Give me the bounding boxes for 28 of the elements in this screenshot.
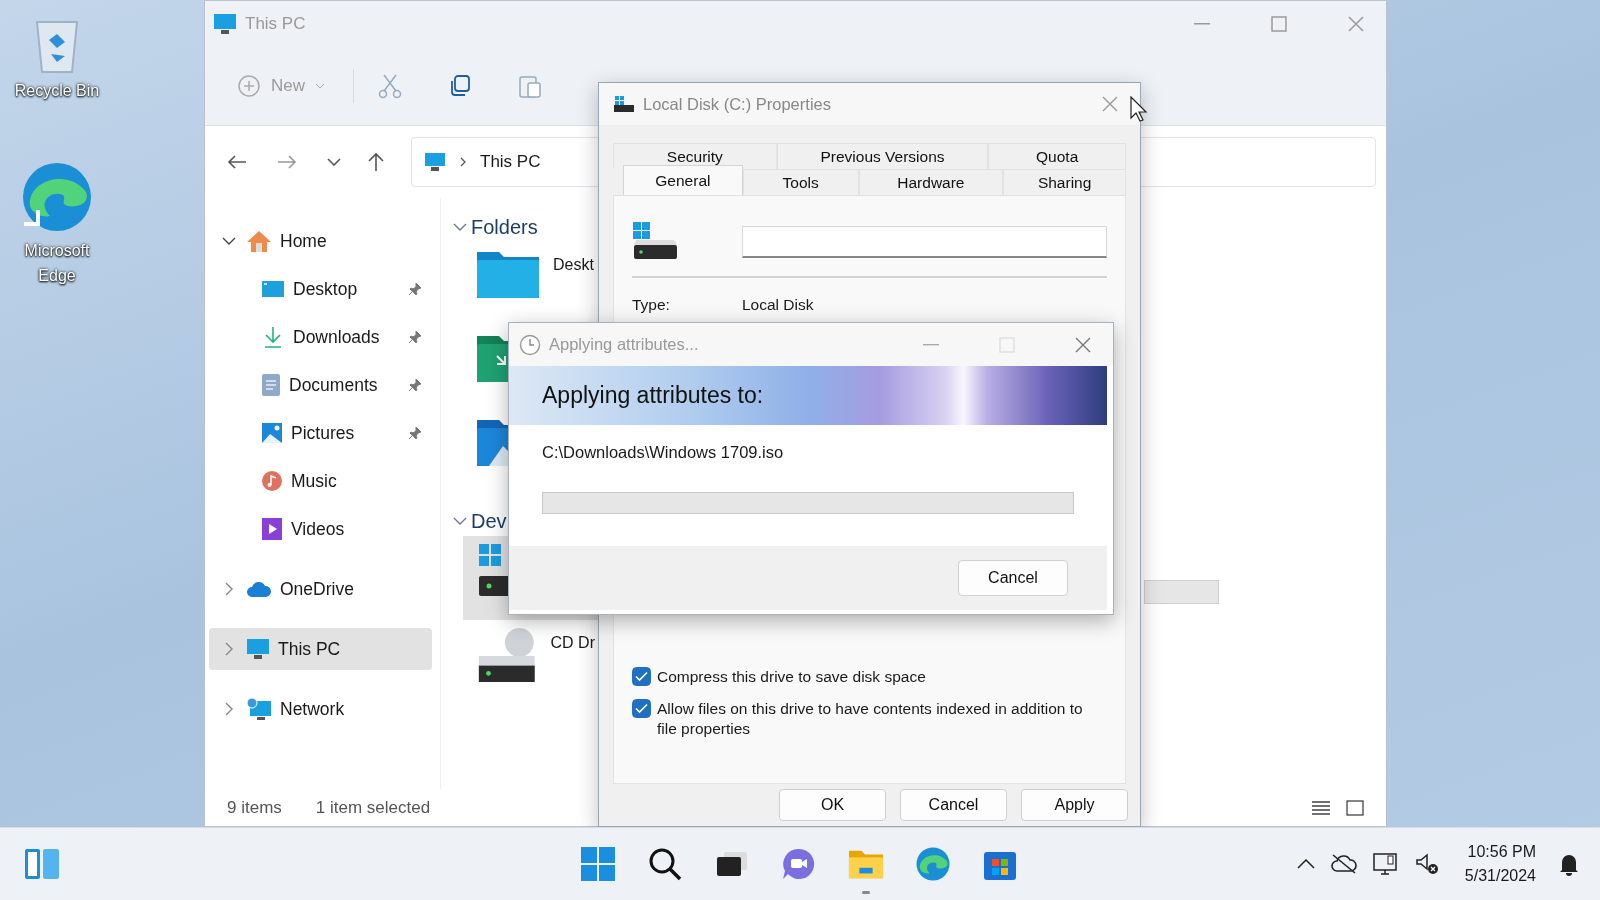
section-heading: Folders <box>471 215 538 239</box>
tile-label: Deskt <box>553 255 594 274</box>
status-text: 9 items <box>227 797 282 818</box>
dialog-title: Applying attributes... <box>549 335 699 354</box>
clock-time: 10:56 PM <box>1467 842 1536 862</box>
nav-item-label: Home <box>280 230 327 252</box>
nav-item-label: Desktop <box>293 278 358 300</box>
checkbox-label: Compress this drive to save disk space <box>657 667 927 687</box>
window-title: This PC <box>245 14 306 34</box>
nav-item-label: This PC <box>278 638 341 660</box>
type-value: Local Disk <box>742 296 814 314</box>
nav-item-label: Documents <box>289 374 378 396</box>
address-text: This PC <box>480 152 541 172</box>
nav-item-label: Videos <box>291 518 345 540</box>
type-label: Type: <box>632 296 671 314</box>
nav-item-label: Downloads <box>293 326 380 348</box>
section-heading: Dev <box>471 509 507 533</box>
clock-date: 5/31/2024 <box>1464 866 1536 886</box>
tile-label: CD Dr <box>550 633 595 652</box>
nav-item-label: Pictures <box>291 422 355 444</box>
nav-item-label: OneDrive <box>280 578 354 600</box>
file-path: C:\Downloads\Windows 1709.iso <box>542 443 785 462</box>
nav-item-label: Music <box>291 470 337 492</box>
nav-item-label: Network <box>280 698 345 720</box>
status-text: 1 item selected <box>315 797 431 818</box>
dialog-title: Local Disk (C:) Properties <box>643 94 831 114</box>
banner-heading: Applying attributes to: <box>542 382 764 409</box>
checkbox-label: Allow files on this drive to have contents indexed in addition to file properties <box>657 699 1084 739</box>
